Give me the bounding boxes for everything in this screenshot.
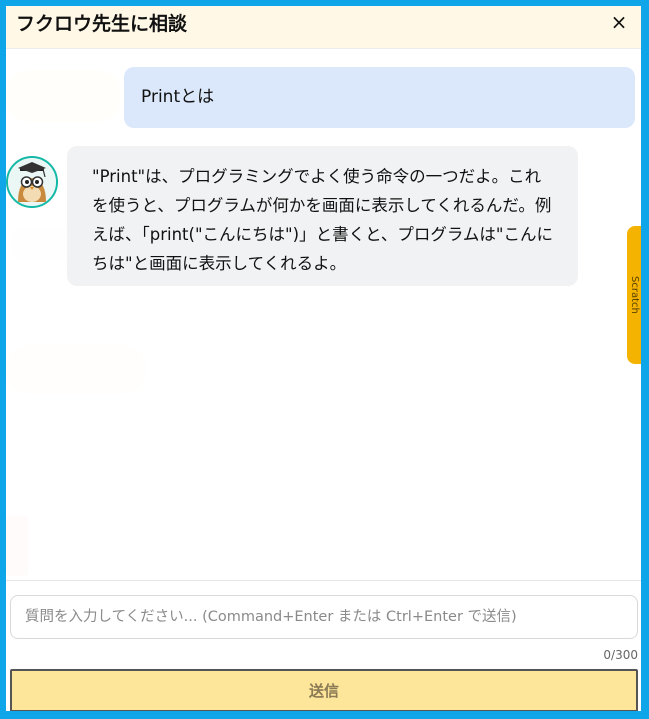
owl-teacher-avatar-icon: [6, 156, 58, 208]
panel-header: フクロウ先生に相談 ×: [6, 6, 641, 49]
question-input[interactable]: [10, 595, 638, 639]
scratch-side-tab[interactable]: Scratch: [627, 226, 641, 364]
user-message: Printとは: [124, 67, 635, 128]
consult-panel: フクロウ先生に相談 × Printとは "Print"は、プログラミングでよく使…: [6, 6, 641, 711]
assistant-message: "Print"は、プログラミングでよく使う命令の一つだよ。これを使うと、プログラ…: [67, 146, 578, 286]
panel-title: フクロウ先生に相談: [16, 13, 188, 35]
close-icon[interactable]: ×: [607, 10, 631, 34]
character-counter: 0/300: [603, 648, 638, 662]
side-tab-label: Scratch: [629, 276, 640, 314]
send-button[interactable]: 送信: [10, 669, 638, 711]
composer: 0/300 送信: [6, 580, 641, 711]
